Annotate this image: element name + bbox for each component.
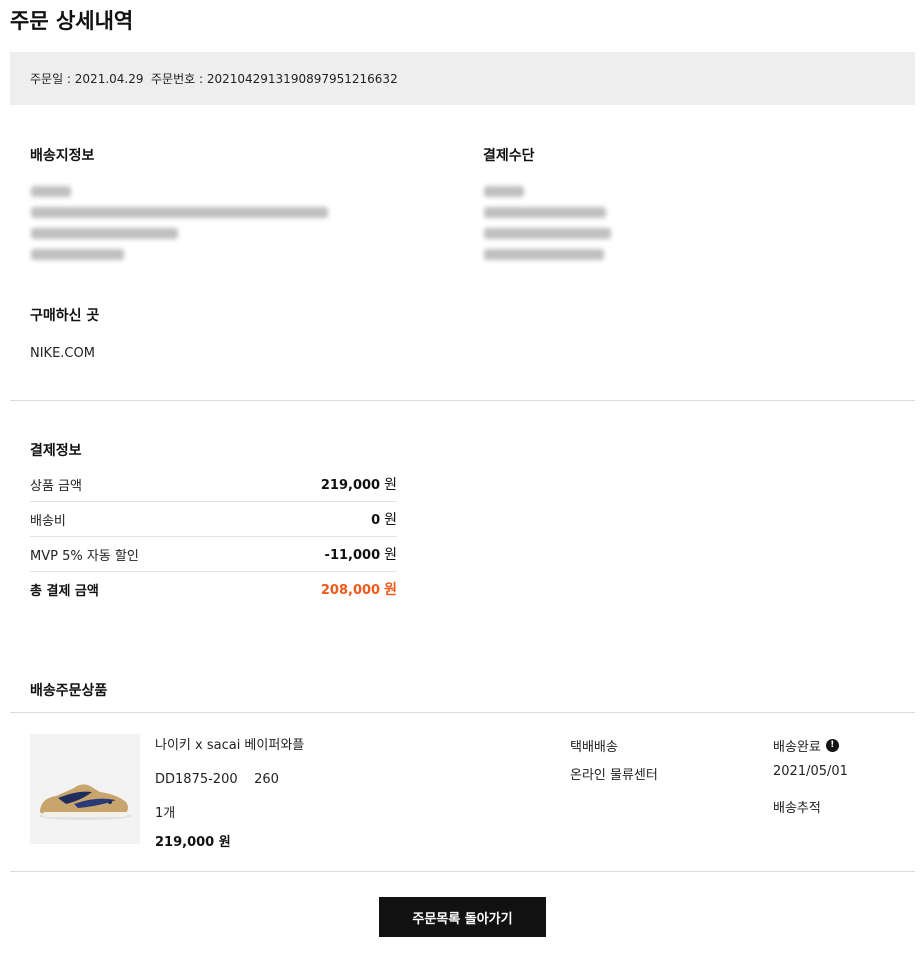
payment-row-label: 총 결제 금액 [30, 584, 99, 599]
purchase-place-title: 구매하신 곳 [30, 308, 100, 324]
divider [10, 712, 915, 713]
payment-row-product-amount: 상품 금액 219,000 원 [30, 467, 397, 502]
payment-row-total: 총 결제 금액 208,000 원 [30, 572, 397, 607]
payment-row-value: 208,000 원 [320, 582, 397, 598]
purchase-place-value: NIKE.COM [30, 346, 95, 361]
delivery-status-label: 배송완료 [773, 740, 821, 755]
redacted-line [31, 228, 178, 239]
shipping-from: 온라인 물류센터 [570, 768, 658, 783]
shipping-info-title: 배송지정보 [30, 148, 95, 164]
page-title: 주문 상세내역 [10, 9, 134, 33]
redacted-line [31, 186, 71, 197]
product-name[interactable]: 나이키 x sacai 베이퍼와플 [155, 734, 304, 753]
order-summary-bar: 주문일 : 2021.04.29 주문번호 : 2021042913190897… [10, 52, 915, 105]
product-price: 219,000 원 [155, 835, 231, 850]
track-delivery-link[interactable]: 배송추적 [773, 797, 821, 816]
product-quantity: 1개 [155, 806, 176, 821]
divider [10, 400, 915, 401]
payment-info-title: 결제정보 [30, 443, 82, 459]
payment-row-label: MVP 5% 자동 할인 [30, 549, 139, 564]
info-icon[interactable]: ! [825, 739, 839, 752]
payment-row-value: 0원 [371, 512, 397, 528]
delivered-date: 2021/05/01 [773, 764, 848, 779]
sneaker-image [30, 734, 140, 844]
delivery-products-title: 배송주문상품 [30, 683, 108, 699]
payment-row-value: 219,000 원 [320, 477, 397, 493]
payment-row-label: 상품 금액 [30, 479, 82, 494]
redacted-line [31, 249, 124, 260]
redacted-line [484, 228, 611, 239]
redacted-line [31, 207, 328, 218]
delivery-status: 배송완료 ! [773, 736, 839, 755]
order-date: 주문일 : 2021.04.29 [30, 72, 144, 86]
back-to-order-list-button[interactable]: 주문목록 돌아가기 [379, 897, 546, 937]
shipping-type: 택배배송 [570, 740, 618, 755]
payment-method-title: 결제수단 [483, 148, 535, 164]
payment-row-shipping-fee: 배송비 0원 [30, 502, 397, 537]
product-code-size: DD1875-200 260 [155, 772, 279, 787]
divider [10, 871, 915, 872]
redacted-line [484, 249, 604, 260]
payment-row-label: 배송비 [30, 514, 66, 529]
payment-row-discount: MVP 5% 자동 할인 -11,000 원 [30, 537, 397, 572]
order-number: 주문번호 : 202104291319089795121663​2 [151, 72, 398, 86]
redacted-line [484, 186, 524, 197]
redacted-line [484, 207, 606, 218]
product-image[interactable] [30, 734, 140, 844]
payment-row-value: -11,000 원 [324, 547, 397, 563]
